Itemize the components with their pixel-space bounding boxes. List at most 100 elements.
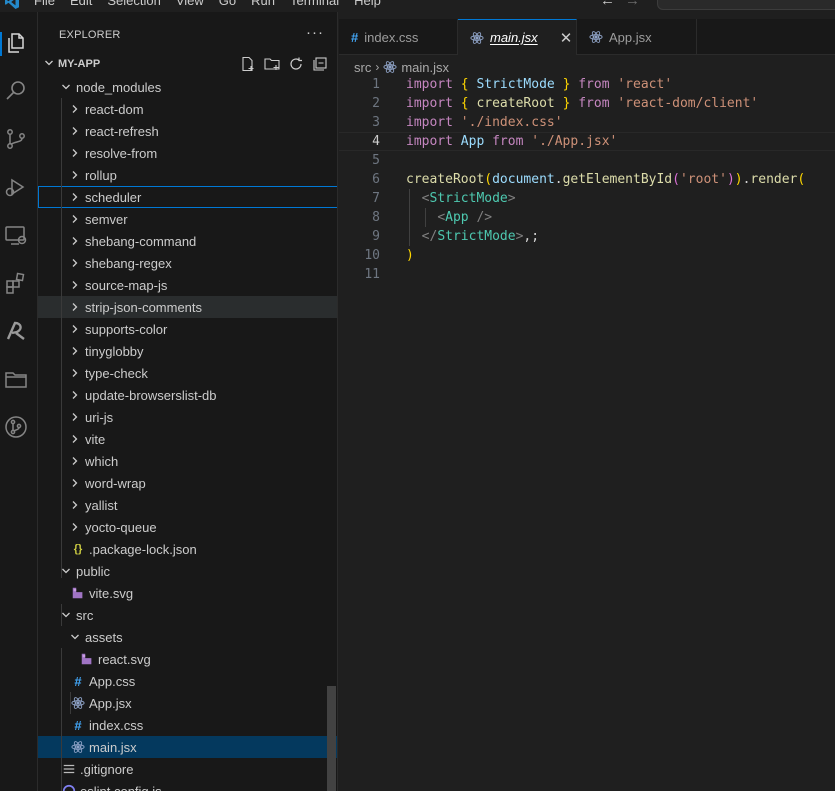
breadcrumb-folder[interactable]: src xyxy=(354,60,371,75)
collapse-all-icon[interactable] xyxy=(312,56,328,72)
source-control-icon[interactable] xyxy=(3,126,29,152)
line-content: <App /> xyxy=(406,208,492,227)
chevron-right-icon xyxy=(67,101,83,117)
command-center-search[interactable] xyxy=(657,0,835,10)
chevron-right-icon xyxy=(67,233,83,249)
breadcrumb-file[interactable]: main.jsx xyxy=(401,60,449,75)
tree-item-label: strip-json-comments xyxy=(85,299,203,315)
tree-file[interactable]: App.jsx xyxy=(38,692,337,714)
code-line: 4 import App from './App.jsx' xyxy=(339,132,835,151)
code-token: from xyxy=(492,134,524,149)
tree-folder[interactable]: update-browserslist-db xyxy=(38,384,337,406)
tree-folder[interactable]: src xyxy=(38,604,337,626)
forward-arrow-icon[interactable]: → xyxy=(625,0,640,9)
code-token: from xyxy=(578,96,610,111)
search-icon[interactable] xyxy=(3,78,29,104)
tree-folder[interactable]: resolve-from xyxy=(38,142,337,164)
menu-item-help[interactable]: Help xyxy=(354,0,381,8)
tree-file[interactable]: react.svg xyxy=(38,648,337,670)
git-graph-icon[interactable] xyxy=(3,414,29,440)
tree-folder[interactable]: yallist xyxy=(38,494,337,516)
tree-folder[interactable]: shebang-command xyxy=(38,230,337,252)
menu-item-edit[interactable]: Edit xyxy=(70,0,92,8)
back-arrow-icon[interactable]: ← xyxy=(600,0,615,9)
tree-folder[interactable]: tinyglobby xyxy=(38,340,337,362)
sidebar-scrollbar[interactable] xyxy=(327,686,336,791)
tree-folder[interactable]: public xyxy=(38,560,337,582)
tree-file[interactable]: # index.css xyxy=(38,714,337,736)
line-content: import App from './App.jsx' xyxy=(406,132,617,151)
prettier-icon[interactable] xyxy=(3,318,29,344)
chevron-right-icon xyxy=(67,167,83,183)
explorer-icon[interactable] xyxy=(3,30,29,56)
tree-folder[interactable]: yocto-queue xyxy=(38,516,337,538)
code-token: ,; xyxy=(523,229,540,244)
run-debug-icon[interactable] xyxy=(3,174,29,200)
code-token: ) xyxy=(734,172,743,187)
tree-item-label: word-wrap xyxy=(85,475,146,491)
code-token: </ xyxy=(421,229,438,244)
menu-item-selection[interactable]: Selection xyxy=(107,0,160,8)
tree-item-label: uri-js xyxy=(85,409,114,425)
more-actions-icon[interactable]: ··· xyxy=(306,24,324,41)
menu-item-view[interactable]: View xyxy=(176,0,204,8)
menu-item-run[interactable]: Run xyxy=(251,0,275,8)
tree-folder[interactable]: uri-js xyxy=(38,406,337,428)
chevron-down-icon xyxy=(44,58,58,71)
tree-folder[interactable]: source-map-js xyxy=(38,274,337,296)
tree-file[interactable]: eslint.config.js xyxy=(38,780,337,791)
code-line: 11 xyxy=(339,265,835,284)
menu-item-file[interactable]: File xyxy=(34,0,55,8)
react-file-icon xyxy=(470,31,484,45)
line-number: 3 xyxy=(372,115,380,130)
new-folder-icon[interactable] xyxy=(264,56,280,72)
editor-tabs: # index.css main.jsx ✕ App.jsx xyxy=(339,19,835,55)
tree-folder[interactable]: word-wrap xyxy=(38,472,337,494)
tree-folder[interactable]: shebang-regex xyxy=(38,252,337,274)
project-section-header[interactable]: MY-APP xyxy=(38,53,337,75)
tree-folder[interactable]: supports-color xyxy=(38,318,337,340)
tree-folder[interactable]: which xyxy=(38,450,337,472)
tree-item-label: node_modules xyxy=(76,79,162,95)
remote-explorer-icon[interactable] xyxy=(3,222,29,248)
code-token: getElementById xyxy=(562,172,673,187)
code-token: createRoot xyxy=(406,172,485,187)
tree-folder[interactable]: react-refresh xyxy=(38,120,337,142)
folder-icon[interactable] xyxy=(3,366,29,392)
code-editor[interactable]: 1 import { StrictMode } from 'react' 2 impo… xyxy=(339,75,835,284)
tree-folder[interactable]: scheduler xyxy=(38,186,337,208)
tree-file[interactable]: main.jsx xyxy=(38,736,337,758)
code-token: ( xyxy=(672,172,680,187)
tree-folder[interactable]: type-check xyxy=(38,362,337,384)
tree-item-label: scheduler xyxy=(85,189,142,205)
tree-file[interactable]: vite.svg xyxy=(38,582,337,604)
tree-folder[interactable]: assets xyxy=(38,626,337,648)
tree-item-label: react.svg xyxy=(98,651,151,667)
tree-folder[interactable]: react-dom xyxy=(38,98,337,120)
tab-main-jsx[interactable]: main.jsx ✕ xyxy=(458,19,577,55)
extensions-icon[interactable] xyxy=(3,270,29,296)
tree-folder[interactable]: node_modules xyxy=(38,76,337,98)
tree-file[interactable]: .gitignore xyxy=(38,758,337,780)
tree-folder[interactable]: vite xyxy=(38,428,337,450)
tree-folder[interactable]: strip-json-comments xyxy=(38,296,337,318)
new-file-icon[interactable] xyxy=(240,56,256,72)
menu-item-go[interactable]: Go xyxy=(219,0,236,8)
tree-folder[interactable]: semver xyxy=(38,208,337,230)
tab-index-css[interactable]: # index.css xyxy=(339,19,458,55)
tree-file[interactable]: {} .package-lock.json xyxy=(38,538,337,560)
menu-item-terminal[interactable]: Terminal xyxy=(290,0,339,8)
chevron-right-icon xyxy=(67,519,83,535)
code-token: ( xyxy=(797,172,806,187)
chevron-right-icon xyxy=(67,387,83,403)
tree-item-label: App.css xyxy=(89,673,136,689)
tab-label: index.css xyxy=(364,29,419,45)
close-icon[interactable]: ✕ xyxy=(560,29,573,47)
svg-file-icon xyxy=(70,585,86,601)
tab-app-jsx[interactable]: App.jsx xyxy=(577,19,697,55)
tree-file[interactable]: # App.css xyxy=(38,670,337,692)
refresh-icon[interactable] xyxy=(288,56,304,72)
tree-folder[interactable]: rollup xyxy=(38,164,337,186)
